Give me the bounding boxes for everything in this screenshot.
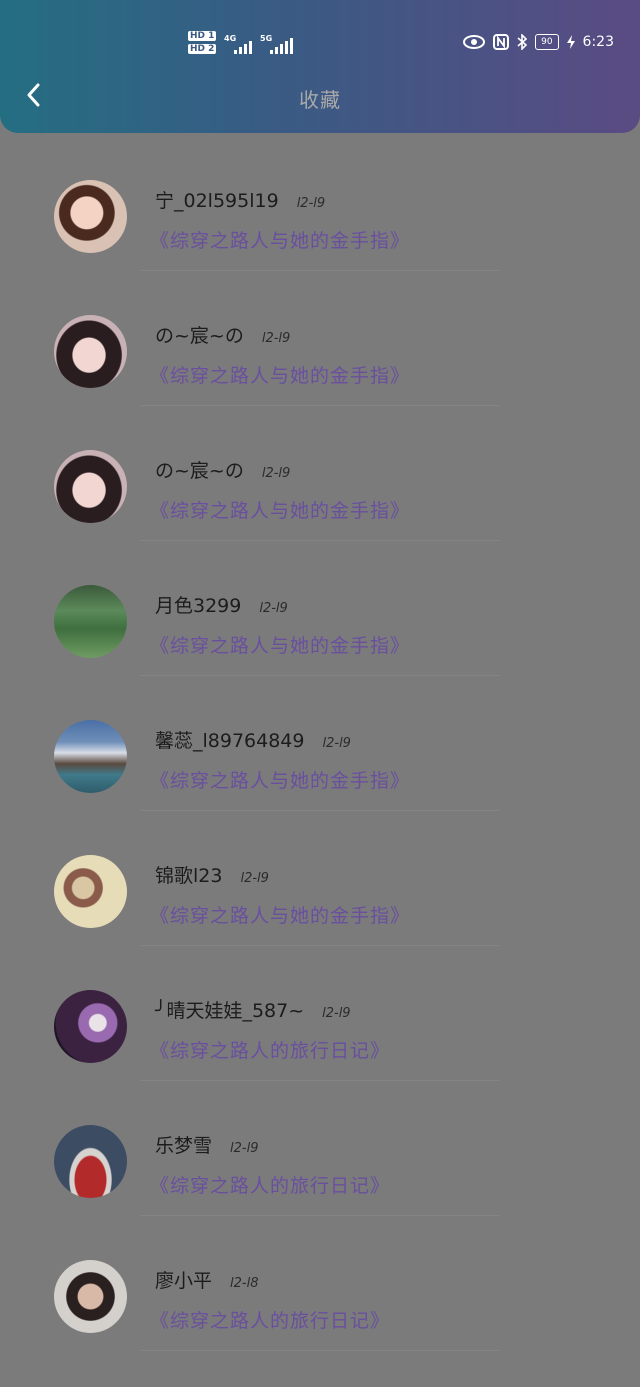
favorite-item[interactable]: 锦歌l23 l2-l9 《综穿之路人与她的金手指》 (0, 823, 640, 958)
battery-indicator: 90 (535, 34, 559, 50)
favorite-item[interactable]: 馨蕊_l89764849 l2-l9 《综穿之路人与她的金手指》 (0, 688, 640, 823)
signal-bars-icon (270, 38, 293, 54)
favorite-item[interactable]: 廖小平 l2-l8 《综穿之路人的旅行日记》 (0, 1228, 640, 1363)
user-name[interactable]: 馨蕊_l89764849 (155, 726, 305, 753)
nfc-icon (493, 34, 510, 50)
avatar[interactable] (54, 315, 127, 388)
eye-icon (463, 35, 486, 49)
avatar[interactable] (54, 1260, 127, 1333)
divider (140, 540, 500, 541)
sim1-label: HD 1 (188, 31, 217, 41)
divider (140, 945, 500, 946)
favorite-item[interactable]: の~宸~の l2-l9 《综穿之路人与她的金手指》 (0, 283, 640, 418)
favorite-item[interactable]: 宁_02l595l19 l2-l9 《综穿之路人与她的金手指》 (0, 148, 640, 283)
book-title[interactable]: 《综穿之路人的旅行日记》 (150, 1036, 390, 1063)
favorites-list: 宁_02l595l19 l2-l9 《综穿之路人与她的金手指》 の~宸~の l2-l… (0, 148, 640, 1363)
user-name[interactable]: ╯晴天娃娃_587~ (155, 996, 304, 1023)
avatar[interactable] (54, 720, 127, 793)
page-title: 收藏 (299, 88, 341, 112)
book-title[interactable]: 《综穿之路人的旅行日记》 (150, 1171, 390, 1198)
favorite-date: l2-l9 (230, 1141, 259, 1156)
favorite-date: l2-l9 (322, 1006, 351, 1021)
favorite-date: l2-l9 (261, 466, 291, 481)
book-title[interactable]: 《综穿之路人与她的金手指》 (150, 226, 410, 253)
divider (140, 270, 500, 271)
favorite-item[interactable]: 月色3299 l2-l9 《综穿之路人与她的金手指》 (0, 553, 640, 688)
favorite-date: l2-l9 (296, 196, 326, 211)
favorite-date: l2-l9 (322, 736, 351, 751)
favorite-item[interactable]: の~宸~の l2-l9 《综穿之路人与她的金手指》 (0, 418, 640, 553)
avatar[interactable] (54, 450, 127, 523)
favorite-item[interactable]: ╯晴天娃娃_587~ l2-l9 《综穿之路人的旅行日记》 (0, 958, 640, 1093)
status-icons: 90 6:23 (463, 34, 614, 50)
sim-indicators: HD 1 HD 2 (188, 30, 218, 56)
bluetooth-icon (517, 34, 528, 50)
avatar[interactable] (54, 1125, 127, 1198)
favorite-date: l2-l9 (259, 601, 288, 616)
divider (140, 675, 500, 676)
user-name[interactable]: 月色3299 (155, 591, 241, 618)
book-title[interactable]: 《综穿之路人的旅行日记》 (150, 1306, 390, 1333)
avatar[interactable] (54, 990, 127, 1063)
user-name[interactable]: の~宸~の (155, 456, 244, 483)
divider (140, 1215, 500, 1216)
avatar[interactable] (54, 180, 127, 253)
sim2-label: HD 2 (188, 44, 217, 54)
divider (140, 1350, 500, 1351)
divider (140, 405, 500, 406)
status-time: 6:23 (582, 34, 614, 50)
signal-bars-icon (234, 38, 252, 54)
favorite-item[interactable]: 乐梦雪 l2-l9 《综穿之路人的旅行日记》 (0, 1093, 640, 1228)
book-title[interactable]: 《综穿之路人与她的金手指》 (150, 901, 410, 928)
book-title[interactable]: 《综穿之路人与她的金手指》 (150, 361, 410, 388)
book-title[interactable]: 《综穿之路人与她的金手指》 (150, 496, 410, 523)
divider (140, 1080, 500, 1081)
status-bar: HD 1 HD 2 4G 5G 90 6:23 (0, 28, 640, 64)
app-header: HD 1 HD 2 4G 5G 90 6:23 收藏 (0, 0, 640, 133)
favorite-date: l2-l8 (230, 1276, 259, 1291)
favorite-date: l2-l9 (240, 871, 269, 886)
user-name[interactable]: の~宸~の (155, 321, 244, 348)
charging-icon (566, 35, 575, 49)
user-name[interactable]: 锦歌l23 (155, 861, 222, 888)
book-title[interactable]: 《综穿之路人与她的金手指》 (150, 631, 410, 658)
avatar[interactable] (54, 585, 127, 658)
divider (140, 810, 500, 811)
book-title[interactable]: 《综穿之路人与她的金手指》 (150, 766, 410, 793)
user-name[interactable]: 廖小平 (155, 1266, 212, 1293)
avatar[interactable] (54, 855, 127, 928)
favorite-date: l2-l9 (261, 331, 291, 346)
user-name[interactable]: 乐梦雪 (155, 1131, 212, 1158)
user-name[interactable]: 宁_02l595l19 (155, 186, 279, 213)
